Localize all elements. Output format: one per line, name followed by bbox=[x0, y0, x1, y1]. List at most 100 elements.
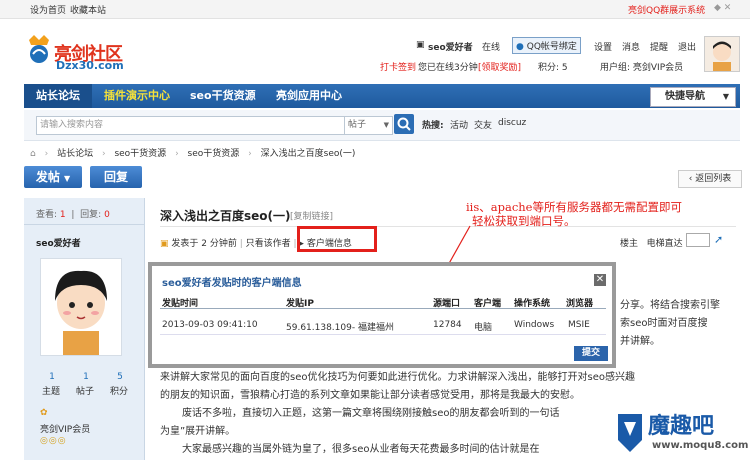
jump-to-floor-label: 电梯直达 bbox=[646, 239, 683, 249]
bookmark-link[interactable]: 收藏本站 bbox=[70, 3, 106, 16]
breadcrumb-item[interactable]: seo干货资源 bbox=[114, 149, 166, 159]
new-post-label: 发帖 bbox=[35, 170, 60, 184]
logo-icon[interactable] bbox=[26, 34, 52, 64]
nav-seo-resources[interactable]: seo干货资源 bbox=[182, 84, 264, 108]
thread-stats: 查看: 1 | 回复: 0 bbox=[36, 210, 110, 220]
search-button[interactable] bbox=[394, 114, 414, 134]
claim-reward-link[interactable]: [领取奖励] bbox=[478, 60, 521, 73]
hot-search-item[interactable]: 交友 bbox=[474, 118, 492, 131]
search-type-label: 帖子 bbox=[348, 120, 367, 130]
nav-plugin-demo[interactable]: 插件演示中心 bbox=[96, 84, 178, 108]
cell-os: Windows bbox=[514, 320, 555, 330]
cell-port: 12784 bbox=[433, 320, 462, 330]
post-text-line: 大家最感兴趣的当属外链为皇了，很多seo从业者每天花费最多时间的估计就是在 bbox=[182, 444, 540, 455]
submit-button[interactable]: 提交 bbox=[574, 346, 608, 361]
divider bbox=[24, 224, 144, 225]
only-author-link[interactable]: 只看该作者 bbox=[246, 239, 291, 249]
post-text-line: 来讲解大家常见的面向百度的seo优化技巧为何要如此进行优化。力求讲解深入浅出，能… bbox=[160, 372, 635, 383]
author-group[interactable]: 亮剑VIP会员 bbox=[40, 422, 90, 435]
new-post-button[interactable]: 发帖 ▼ bbox=[24, 166, 82, 188]
medal-icon: ✿ bbox=[40, 408, 48, 418]
divider bbox=[160, 334, 606, 335]
quick-nav-button[interactable]: 快捷导航 ▼ bbox=[650, 87, 736, 107]
post-text-line: 分享。将结合搜索引擎 bbox=[620, 300, 720, 311]
post-time: 发表于 2 分钟前 bbox=[171, 239, 237, 249]
divider bbox=[160, 308, 606, 309]
qq-bind-button[interactable]: ● QQ帐号绑定 bbox=[512, 37, 581, 54]
hot-search-item[interactable]: 活动 bbox=[450, 118, 468, 131]
reply-label: 回复 bbox=[103, 170, 128, 184]
close-icon[interactable]: ✕ bbox=[594, 274, 606, 286]
user-icon: ▣ bbox=[416, 40, 425, 50]
watermark-text: 魔趣吧 bbox=[648, 414, 715, 439]
points-count[interactable]: 5 bbox=[112, 372, 128, 382]
topics-label: 主题 bbox=[42, 387, 61, 397]
breadcrumb-current: 深入浅出之百度seo(一) bbox=[260, 149, 356, 159]
set-home-link[interactable]: 设为首页 bbox=[30, 3, 66, 16]
highlight-box-client-info bbox=[297, 226, 377, 252]
client-info-dialog: seo爱好者发贴时的客户端信息 ✕ 发贴时间 发贴IP 源端口 客户端 操作系统… bbox=[148, 262, 616, 368]
user-group[interactable]: 用户组: 亮剑VIP会员 bbox=[600, 60, 683, 73]
posts-count[interactable]: 1 bbox=[78, 372, 94, 382]
post-title: 深入浅出之百度seo(一) bbox=[160, 209, 291, 223]
back-label: 返回列表 bbox=[695, 174, 732, 184]
qq-group-link[interactable]: 亮剑QQ群展示系统 bbox=[628, 3, 705, 16]
online-status: 在线 bbox=[482, 43, 501, 53]
annotation-text: iis、apache等所有服务器都无需配置即可 轻松获取到端口号。 bbox=[466, 200, 682, 228]
rank-stars-icon: ◎◎◎ bbox=[40, 436, 67, 446]
author-avatar[interactable] bbox=[40, 258, 122, 356]
breadcrumb: ⌂ › 站长论坛 › seo干货资源 › seo干货资源 › 深入浅出之百度se… bbox=[30, 149, 356, 159]
top-bar: 设为首页 收藏本站 亮剑QQ群展示系统 ◆ ✕ bbox=[0, 0, 750, 19]
post-text-line: 的朋友的知识面，雪狼精心打造的系列文章如果能让部分读者感觉受用，那将是我最大的安… bbox=[160, 390, 580, 401]
quick-nav-label: 快捷导航 bbox=[665, 91, 705, 102]
search-icon bbox=[397, 117, 411, 131]
home-icon[interactable]: ⌂ bbox=[30, 149, 36, 159]
back-to-list-button[interactable]: ‹ 返回列表 bbox=[678, 170, 742, 188]
cell-ip: 59.61.138.109- 福建福州 bbox=[286, 323, 394, 333]
hot-search-item[interactable]: discuz bbox=[498, 118, 526, 128]
search-type-select[interactable]: 帖子 ▼ bbox=[344, 116, 393, 135]
points-menu[interactable]: 积分: 5 bbox=[538, 60, 568, 73]
qq-bind-label: QQ帐号绑定 bbox=[526, 42, 577, 52]
reply-button[interactable]: 回复 bbox=[90, 166, 142, 188]
nav-app-center[interactable]: 亮剑应用中心 bbox=[268, 84, 350, 108]
logo-domain: Dzx30.com bbox=[56, 59, 124, 72]
online-time: 您已在线3分钟 bbox=[418, 63, 478, 73]
chevron-down-icon: ▼ bbox=[383, 121, 389, 129]
header-avatar[interactable] bbox=[704, 36, 740, 72]
floor-input[interactable] bbox=[686, 233, 710, 247]
nav-home[interactable]: 站长论坛 bbox=[24, 84, 92, 108]
go-arrow-icon[interactable]: ➚ bbox=[714, 233, 723, 246]
main-nav: 站长论坛 插件演示中心 seo干货资源 亮剑应用中心 bbox=[24, 84, 740, 108]
breadcrumb-item[interactable]: seo干货资源 bbox=[188, 149, 240, 159]
topics-count[interactable]: 1 bbox=[44, 372, 60, 382]
copy-link[interactable]: [复制链接] bbox=[290, 209, 333, 222]
checkin-link[interactable]: 打卡签到 bbox=[380, 60, 416, 73]
post-text-line: 废话不多啦，直接切入正题，这第一篇文章将围绕刚接触seo的朋友都会听到的一句话 bbox=[182, 408, 560, 419]
cell-browser: MSIE bbox=[568, 320, 590, 330]
remind-link[interactable]: 提醒 bbox=[650, 40, 668, 53]
post-text-line: 并讲解。 bbox=[620, 336, 660, 347]
view-count: 1 bbox=[59, 210, 66, 220]
post-text-line: 索seo时面对百度搜 bbox=[620, 318, 708, 329]
floor-info: 楼主 电梯直达 bbox=[620, 236, 683, 249]
posts-label: 帖子 bbox=[76, 387, 95, 397]
search-input[interactable]: 请输入搜索内容 bbox=[36, 116, 347, 135]
author-name[interactable]: seo爱好者 bbox=[36, 236, 81, 249]
cell-client: 电脑 bbox=[474, 323, 493, 333]
logout-link[interactable]: 退出 bbox=[678, 40, 696, 53]
hot-search-label: 热搜: bbox=[422, 121, 444, 131]
post-text-line: 为皇”展开讲解。 bbox=[160, 426, 236, 437]
breadcrumb-item[interactable]: 站长论坛 bbox=[57, 149, 93, 159]
author-badge-icon: ▣ bbox=[160, 239, 169, 249]
settings-link[interactable]: 设置 bbox=[594, 40, 612, 53]
qq-icon: ● bbox=[516, 42, 524, 52]
close-icons[interactable]: ◆ ✕ bbox=[714, 3, 731, 13]
points-label: 积分 bbox=[110, 387, 129, 397]
reply-count: 0 bbox=[104, 210, 110, 220]
dialog-title: seo爱好者发贴时的客户端信息 bbox=[162, 278, 302, 289]
floor-label: 楼主 bbox=[620, 239, 639, 249]
cell-time: 2013-09-03 09:41:10 bbox=[162, 320, 258, 330]
messages-link[interactable]: 消息 bbox=[622, 40, 640, 53]
header-username[interactable]: seo爱好者 bbox=[428, 40, 473, 53]
